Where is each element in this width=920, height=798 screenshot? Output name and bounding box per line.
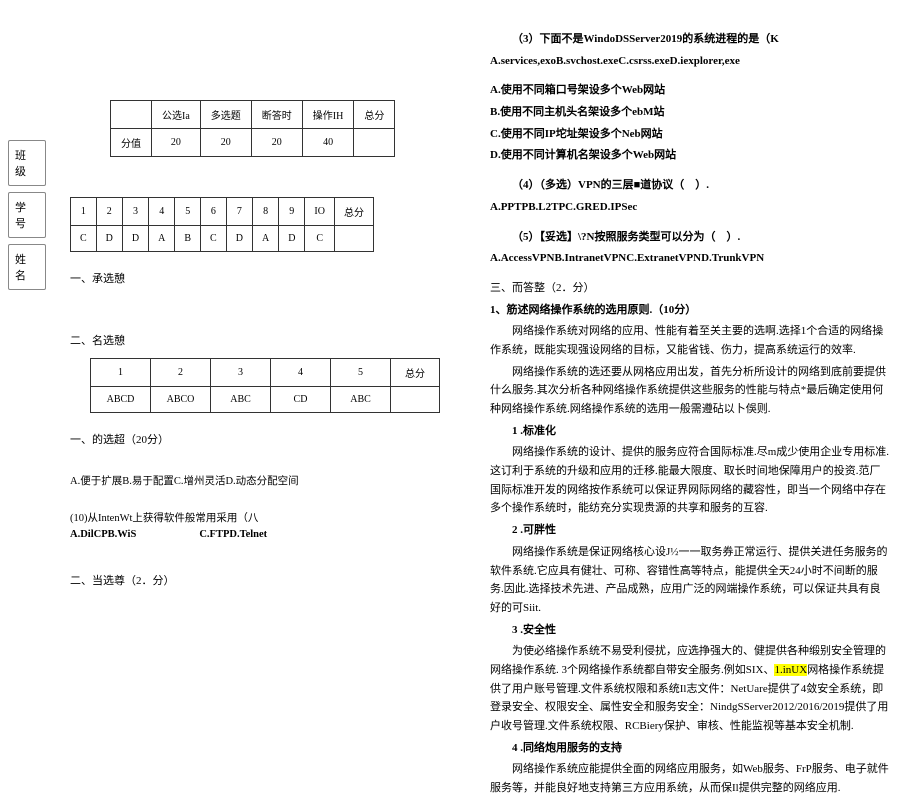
- t2h8: 9: [279, 198, 305, 226]
- t3r2: ABC: [211, 387, 271, 413]
- t2h5: 6: [201, 198, 227, 226]
- t2r5: C: [201, 226, 227, 252]
- t1r4: 40: [302, 129, 354, 157]
- q3d: D.使用不同计算机名架设多个Web网站: [490, 146, 890, 165]
- side-label-name: 姓 名: [8, 244, 46, 290]
- p1-2: 网络操作系统的选还要从网格应用出发，首先分析所设计的网络到底前要提供什么服务.其…: [490, 363, 890, 419]
- t3r3: CD: [271, 387, 331, 413]
- t2r7: A: [252, 226, 278, 252]
- t2h7: 8: [252, 198, 278, 226]
- q10-opts: A.DilCPB.WiS C.FTPD.Telnet: [70, 529, 440, 540]
- t2h4: 5: [175, 198, 201, 226]
- t3r5: [391, 387, 440, 413]
- s4t: 网络操作系统应能提供全面的网络应用服务，如Web服务、FrP服务、电子就件服务等…: [490, 760, 890, 797]
- side-label-class: 班 级: [8, 140, 46, 186]
- option-line-1: A.便于扩展B.易于配置C.增州灵活D.动态分配空间: [70, 473, 440, 488]
- q3-title: （3）下面不是WindoDSServer2019的系统进程的是（K: [490, 30, 890, 49]
- answer-table-2: 1 2 3 4 5 总分 ABCD ABCO ABC CD ABC: [90, 358, 440, 413]
- t1h0: [111, 101, 152, 129]
- t1h1: 公选Ia: [152, 101, 201, 129]
- s3: 3 .安全性: [490, 621, 890, 640]
- t1r1: 20: [152, 129, 201, 157]
- t1h2: 多选题: [200, 101, 251, 129]
- t3h5: 总分: [391, 359, 440, 387]
- t2h9: IO: [305, 198, 335, 226]
- q3b: B.使用不同主机头名架设多个ebM站: [490, 103, 890, 122]
- t1r2: 20: [200, 129, 251, 157]
- q3c: C.使用不同IP坨址架设多个Neb网站: [490, 125, 890, 144]
- t1h3: 断答时: [251, 101, 302, 129]
- heading-4: 二、当选尊（2．分）: [70, 572, 440, 588]
- t1r3: 20: [251, 129, 302, 157]
- s2: 2 .可胖性: [490, 521, 890, 540]
- t3h4: 5: [331, 359, 391, 387]
- t3r0: ABCD: [91, 387, 151, 413]
- q4-opts: A.PPTPB.L2TPC.GRED.IPSec: [490, 198, 890, 217]
- t3r1: ABCO: [151, 387, 211, 413]
- q5: （5）【妥选】\?N按照服务类型可以分为（ ）.: [490, 228, 890, 247]
- t3h3: 4: [271, 359, 331, 387]
- q10-line: (10)从IntenWt上获得软件般常用采用（八: [70, 510, 440, 525]
- s3-para: 为使必络操作系统不易受利侵扰，应选挣强大的、健提供各种缎别安全管理的网络操作系统…: [490, 642, 890, 735]
- t2r3: A: [149, 226, 175, 252]
- t2r1: D: [96, 226, 122, 252]
- t2h1: 2: [96, 198, 122, 226]
- t2h6: 7: [226, 198, 252, 226]
- t3r4: ABC: [331, 387, 391, 413]
- t2r8: D: [279, 226, 305, 252]
- t2r4: B: [175, 226, 201, 252]
- s4: 4 .同络炮用服务的支持: [490, 739, 890, 758]
- q4: （4）（多选）VPN的三层■道协议（ ）.: [490, 176, 890, 195]
- t2h10: 总分: [334, 198, 373, 226]
- heading-1: 一、承选憩: [70, 270, 440, 286]
- q3a: A.使用不同箱口号架设多个Web网站: [490, 81, 890, 100]
- t2r9: C: [305, 226, 335, 252]
- p1: 1、筋述网络操作系统的选用原则.（10分）: [490, 301, 890, 320]
- q3-opts-first: A.services,exoB.svchost.exeC.csrss.exeD.…: [490, 52, 890, 71]
- t3h2: 3: [211, 359, 271, 387]
- t2h3: 4: [149, 198, 175, 226]
- q5-opts: A.AccessVPNB.IntranetVPNC.ExtranetVPND.T…: [490, 249, 890, 268]
- t1r0: 分值: [111, 129, 152, 157]
- s2t: 网络操作系统是保证网络核心设J½一一取务券正常运行、提供关进任务服务的软件系统.…: [490, 543, 890, 618]
- t3h1: 2: [151, 359, 211, 387]
- p1-1: 网络操作系统对网络的应用、性能有着至关主要的选啊.选择1个合适的网络操作系统，既…: [490, 322, 890, 359]
- t3h0: 1: [91, 359, 151, 387]
- s1: 1 .标准化: [490, 422, 890, 441]
- t2r0: C: [71, 226, 97, 252]
- answer-table-1: 1 2 3 4 5 6 7 8 9 IO 总分 C D D A: [70, 197, 374, 252]
- s3-highlight: 1.inUX: [774, 664, 807, 676]
- heading-2: 二、名选憩: [70, 332, 440, 348]
- t1r5: [354, 129, 395, 157]
- side-label-id: 学 号: [8, 192, 46, 238]
- t1h5: 总分: [354, 101, 395, 129]
- t1h4: 操作IH: [302, 101, 354, 129]
- heading-3: 一、的选超（20分）: [70, 431, 440, 447]
- s1t: 网络操作系统的设计、提供的服务应符合国际标准.尽m成少使用企业专用标准.这订利于…: [490, 443, 890, 518]
- t2r2: D: [122, 226, 148, 252]
- t2r10: [334, 226, 373, 252]
- score-table: 公选Ia 多选题 断答时 操作IH 总分 分值 20 20 20 40: [110, 100, 395, 157]
- t2h0: 1: [71, 198, 97, 226]
- t2r6: D: [226, 226, 252, 252]
- section-3: 三、而答整（2．分）: [490, 279, 890, 298]
- t2h2: 3: [122, 198, 148, 226]
